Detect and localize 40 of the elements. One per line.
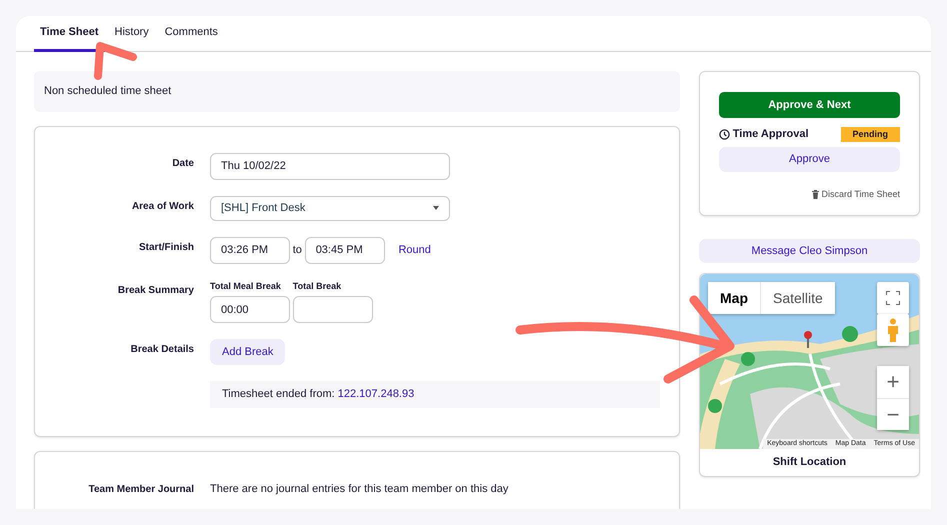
map-type-button[interactable]: Map — [708, 282, 760, 314]
tab[interactable]: Comments — [156, 16, 226, 52]
field-label: Break Details — [130, 343, 194, 357]
field-label: Team Member Journal — [88, 482, 194, 496]
separator-text: to — [292, 242, 302, 258]
break-field[interactable]: 00:00 — [210, 296, 290, 323]
tab[interactable]: History — [106, 16, 157, 52]
message-button[interactable]: Message Cleo Simpson — [699, 239, 920, 263]
start-time-field[interactable]: 03:26 PM — [210, 236, 290, 264]
field-label: Break Summary — [116, 284, 194, 298]
fullscreen-button[interactable] — [877, 282, 909, 314]
caret-icon — [433, 206, 439, 210]
map-caption: Shift Location — [772, 455, 848, 470]
notice-text: Non scheduled time sheet — [34, 71, 680, 112]
approve-button[interactable]: Approve — [719, 146, 900, 172]
tab[interactable]: Time Sheet — [34, 16, 106, 52]
discard-link[interactable]: Discard Time Sheet — [719, 188, 900, 201]
break-field[interactable] — [292, 296, 373, 323]
ended-from-text: Timesheet ended from: 122.107.248.93 — [210, 381, 660, 408]
date-field[interactable]: Thu 10/02/22 — [210, 152, 450, 180]
map-type-button[interactable]: Satellite — [760, 282, 835, 314]
round-link[interactable]: Round — [398, 242, 431, 258]
field-label: Area of Work — [130, 200, 194, 214]
journal-text: There are no journal entries for this team member on this day — [210, 482, 508, 496]
zoom-in-button[interactable]: + — [877, 366, 909, 398]
clock-icon — [719, 128, 730, 140]
field-label: Total Break — [292, 280, 342, 292]
field-label: Total Meal Break — [210, 280, 282, 292]
field-label: Start/Finish — [138, 240, 194, 254]
trash-icon — [812, 190, 819, 199]
approve-next-button[interactable]: Approve & Next — [719, 92, 900, 118]
approval-title: Time Approval — [732, 127, 809, 142]
ip-link[interactable]: 122.107.248.93 — [338, 388, 414, 400]
area-select[interactable]: [SHL] Front Desk — [210, 196, 450, 220]
zoom-out-button[interactable]: − — [877, 398, 909, 430]
fullscreen-icon — [886, 291, 900, 305]
add-break-button[interactable]: Add Break — [210, 339, 286, 365]
field-label: Date — [171, 156, 194, 170]
finish-time-field[interactable]: 03:45 PM — [304, 236, 385, 264]
status-badge: Pending — [840, 126, 900, 142]
